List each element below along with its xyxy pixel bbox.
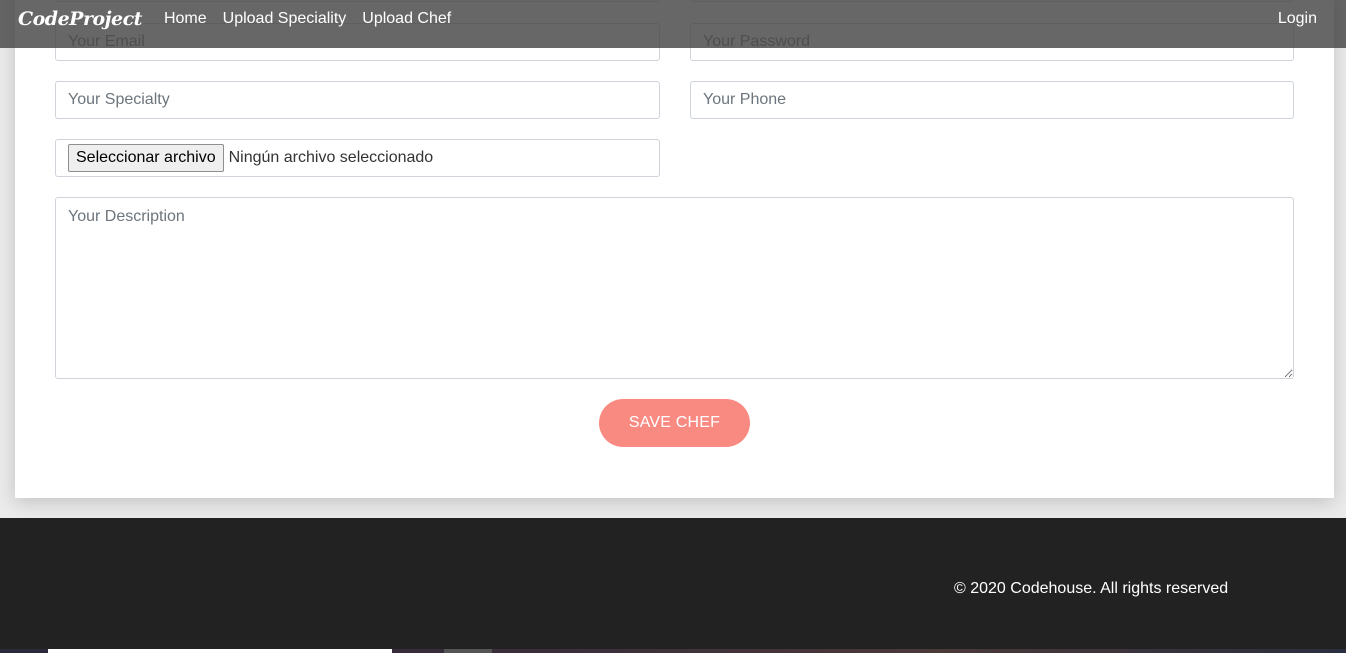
save-chef-button[interactable]: SAVE CHEF [599, 399, 750, 447]
nav-upload-chef[interactable]: Upload Chef [362, 10, 451, 28]
choose-file-button[interactable]: Seleccionar archivo [68, 144, 224, 172]
footer-strip-light [48, 649, 392, 653]
nav-upload-speciality[interactable]: Upload Speciality [223, 10, 347, 28]
copyright-text: © 2020 Codehouse. All rights reserved [954, 580, 1229, 597]
brand-logo[interactable]: CodeProject [18, 8, 142, 30]
file-status-text: Ningún archivo seleccionado [228, 149, 434, 166]
nav-login[interactable]: Login [1278, 0, 1317, 38]
navbar: CodeProject Home Upload Speciality Uploa… [0, 0, 1346, 48]
nav-home[interactable]: Home [164, 10, 207, 28]
footer: © 2020 Codehouse. All rights reserved [0, 518, 1346, 653]
phone-field[interactable] [690, 81, 1294, 119]
specialty-field[interactable] [55, 81, 660, 119]
file-upload-field[interactable]: Seleccionar archivo Ningún archivo selec… [55, 139, 660, 177]
footer-strip-dark [444, 649, 492, 653]
description-field[interactable] [55, 197, 1294, 379]
